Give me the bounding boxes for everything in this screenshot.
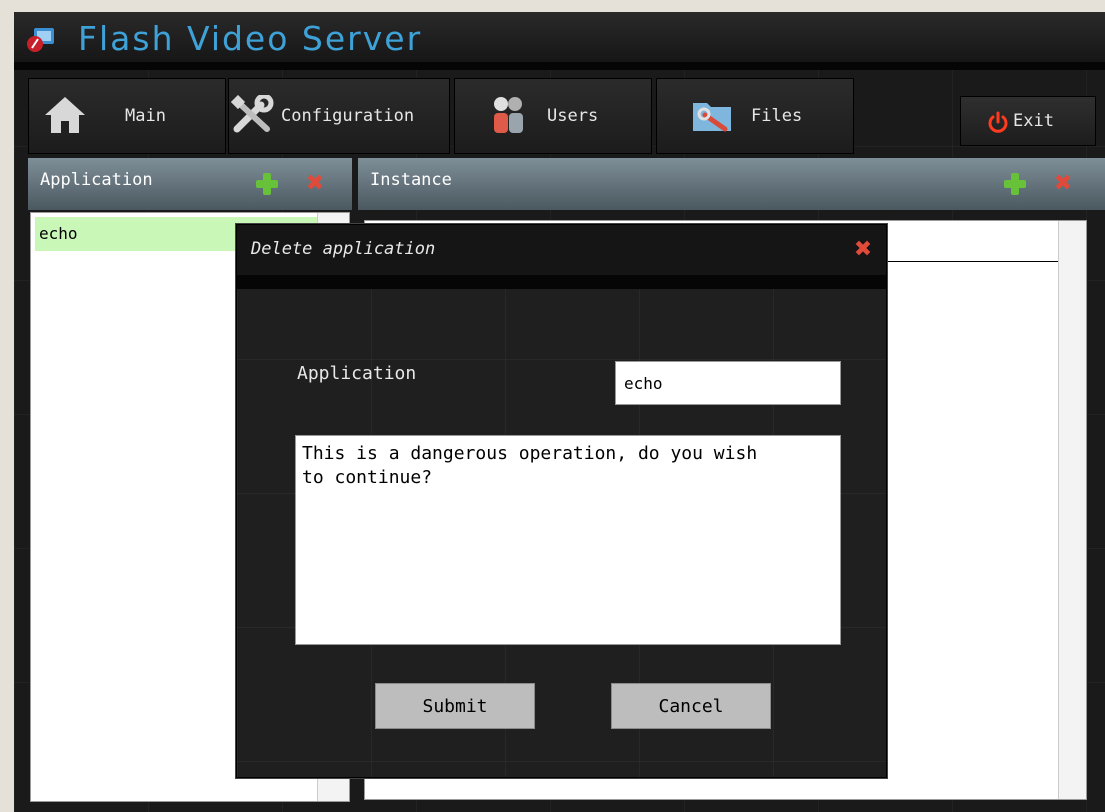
folder-wrench-icon xyxy=(693,103,731,132)
instance-panel-title: Instance xyxy=(370,170,452,190)
power-icon xyxy=(988,111,1008,133)
instance-list-scrollbar[interactable] xyxy=(1058,221,1086,799)
delete-application-dialog: Delete application ✖ Application This is… xyxy=(236,224,887,778)
submit-button[interactable]: Submit xyxy=(375,683,535,729)
app-window: Flash Video Server Main Configuration Us… xyxy=(14,12,1105,812)
tools-icon xyxy=(231,95,274,133)
add-instance-plus-icon[interactable] xyxy=(1004,173,1026,195)
title-divider xyxy=(14,62,1105,70)
application-panel-header: Application ✖ xyxy=(28,158,352,210)
nav-configuration-button[interactable]: Configuration xyxy=(228,78,450,154)
add-application-plus-icon[interactable] xyxy=(256,173,278,195)
house-icon xyxy=(45,97,85,133)
dialog-close-icon[interactable]: ✖ xyxy=(852,239,874,261)
nav-users-label: Users xyxy=(547,106,599,126)
app-title: Flash Video Server xyxy=(78,19,423,58)
application-field-label: Application xyxy=(297,363,417,384)
application-panel-title: Application xyxy=(40,170,153,190)
title-bar: Flash Video Server xyxy=(14,12,1105,62)
exit-label: Exit xyxy=(1013,111,1054,131)
nav-configuration-label: Configuration xyxy=(281,106,415,126)
warning-message-textarea[interactable]: This is a dangerous operation, do you wi… xyxy=(295,435,841,645)
nav-main-label: Main xyxy=(125,106,166,126)
cancel-button[interactable]: Cancel xyxy=(611,683,771,729)
dialog-title: Delete application xyxy=(251,239,436,259)
instance-divider xyxy=(885,261,1070,262)
application-field[interactable] xyxy=(615,361,841,405)
dialog-header: Delete application ✖ xyxy=(237,225,886,275)
delete-instance-close-icon[interactable]: ✖ xyxy=(1052,173,1074,195)
nav-files-button[interactable]: Files xyxy=(656,78,854,154)
delete-application-close-icon[interactable]: ✖ xyxy=(304,173,326,195)
dialog-header-divider xyxy=(237,275,886,289)
users-icon xyxy=(494,97,523,133)
exit-button[interactable]: Exit xyxy=(960,96,1096,146)
nav-main-button[interactable]: Main xyxy=(28,78,226,154)
instance-panel-header: Instance ✖ xyxy=(358,158,1105,210)
nav-files-label: Files xyxy=(751,106,803,126)
flash-logo-icon xyxy=(27,28,54,52)
nav-users-button[interactable]: Users xyxy=(454,78,652,154)
